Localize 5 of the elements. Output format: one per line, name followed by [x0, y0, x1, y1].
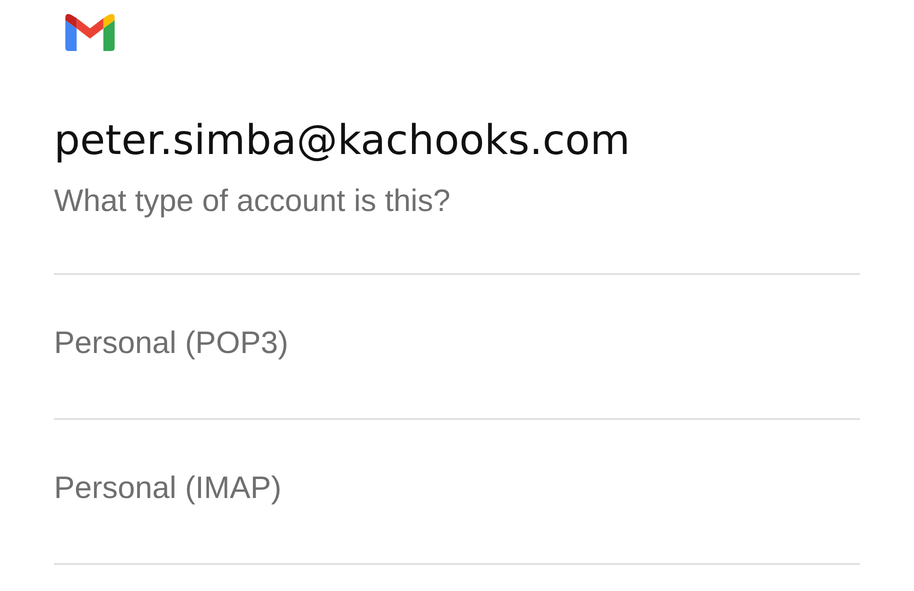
prompt-text: What type of account is this?: [54, 182, 450, 220]
email-address: peter.simba@kachooks.com: [54, 115, 630, 166]
mail-logo-icon: [65, 14, 115, 51]
account-type-option[interactable]: Personal (POP3): [54, 275, 860, 418]
account-type-option[interactable]: Personal (IMAP): [54, 420, 860, 563]
